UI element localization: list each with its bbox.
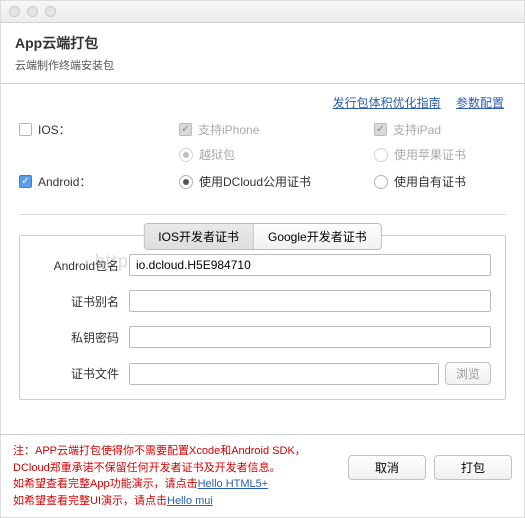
android-label: Android： — [38, 173, 91, 190]
android-checkbox[interactable]: Android： — [19, 173, 91, 190]
cert-groupbox: IOS开发者证书 Google开发者证书 Android包名 证书别名 私钥密码… — [19, 235, 506, 400]
note-prefix: 注： — [13, 445, 35, 457]
ios-ipad-label: 支持iPad — [393, 121, 441, 138]
note-line3a: 如希望查看完整App功能演示，请点击 — [13, 478, 198, 490]
ios-jailbreak-radio: 越狱包 — [179, 146, 235, 163]
link-optimize-guide[interactable]: 发行包体积优化指南 — [333, 96, 441, 110]
traffic-light-close[interactable] — [9, 6, 20, 17]
pack-button[interactable]: 打包 — [434, 455, 512, 480]
android-dcloud-cert-label: 使用DCloud公用证书 — [199, 173, 311, 190]
dialog-header: App云端打包 云端制作终端安装包 — [1, 23, 524, 84]
tab-google-dev-cert[interactable]: Google开发者证书 — [254, 224, 381, 249]
ios-ipad-checkbox: 支持iPad — [374, 121, 441, 138]
ios-jailbreak-label: 越狱包 — [199, 146, 235, 163]
top-links: 发行包体积优化指南 参数配置 — [1, 84, 524, 115]
footer-buttons: 取消 打包 — [348, 443, 512, 480]
key-label: 私钥密码 — [34, 329, 129, 346]
browse-button[interactable]: 浏览 — [445, 362, 491, 385]
tab-ios-dev-cert[interactable]: IOS开发者证书 — [144, 224, 254, 249]
platforms-section: IOS： 支持iPhone 支持iPad 越狱包 — [1, 115, 524, 208]
link-hello-mui[interactable]: Hello mui — [167, 495, 213, 507]
pkg-label: Android包名 — [34, 257, 129, 274]
cancel-button[interactable]: 取消 — [348, 455, 426, 480]
android-own-cert-radio[interactable]: 使用自有证书 — [374, 173, 466, 190]
link-param-config[interactable]: 参数配置 — [456, 96, 504, 110]
ios-iphone-label: 支持iPhone — [198, 121, 259, 138]
cert-tabs: IOS开发者证书 Google开发者证书 — [143, 223, 381, 250]
link-hello-html5[interactable]: Hello HTML5+ — [198, 478, 269, 490]
ios-iphone-checkbox: 支持iPhone — [179, 121, 259, 138]
dialog-footer: 注：APP云端打包使得你不需要配置Xcode和Android SDK， DClo… — [1, 434, 524, 517]
footer-note: 注：APP云端打包使得你不需要配置Xcode和Android SDK， DClo… — [13, 443, 306, 509]
alias-input[interactable] — [129, 290, 491, 312]
ios-apple-cert-label: 使用苹果证书 — [394, 146, 466, 163]
dialog-subtitle: 云端制作终端安装包 — [15, 57, 510, 73]
file-label: 证书文件 — [34, 365, 129, 382]
divider — [19, 214, 506, 215]
key-input[interactable] — [129, 326, 491, 348]
ios-label: IOS： — [38, 121, 71, 138]
android-dcloud-cert-radio[interactable]: 使用DCloud公用证书 — [179, 173, 311, 190]
alias-label: 证书别名 — [34, 293, 129, 310]
note-line2: DCloud郑重承诺不保留任何开发者证书及开发者信息。 — [13, 462, 281, 474]
android-own-cert-label: 使用自有证书 — [394, 173, 466, 190]
file-input[interactable] — [129, 363, 439, 385]
ios-apple-cert-radio: 使用苹果证书 — [374, 146, 466, 163]
note-line1: APP云端打包使得你不需要配置Xcode和Android SDK， — [35, 445, 306, 457]
pkg-input[interactable] — [129, 254, 491, 276]
traffic-light-min[interactable] — [27, 6, 38, 17]
note-line4a: 如希望查看完整UI演示，请点击 — [13, 495, 167, 507]
ios-checkbox[interactable]: IOS： — [19, 121, 71, 138]
dialog-title: App云端打包 — [15, 33, 510, 53]
traffic-light-max[interactable] — [45, 6, 56, 17]
window-titlebar — [1, 1, 524, 23]
